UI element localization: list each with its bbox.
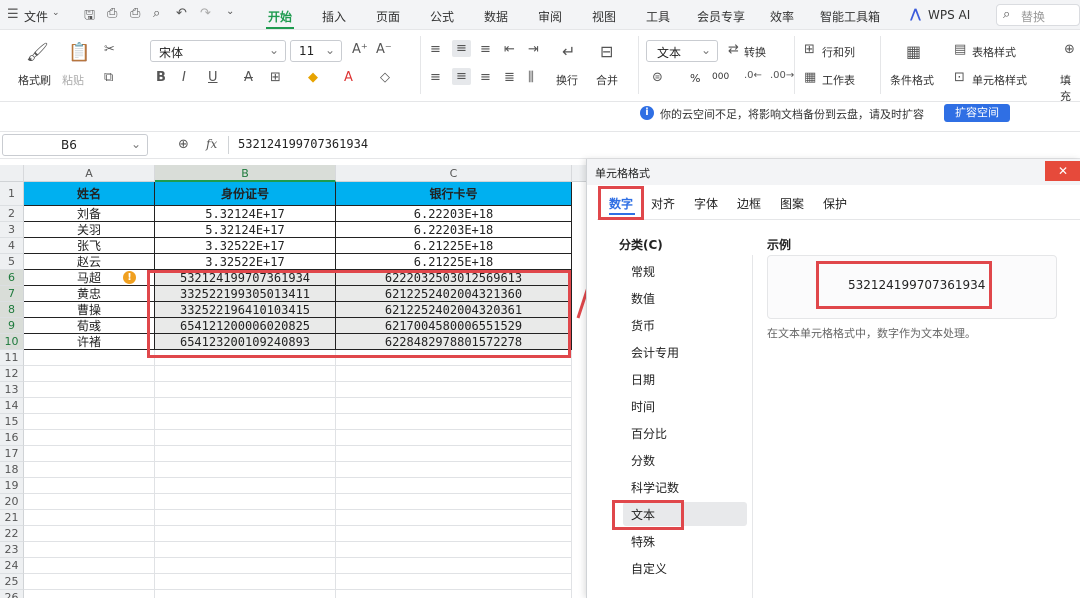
category-item[interactable]: 时间 [631, 398, 655, 415]
category-label: 分类(C) [619, 238, 663, 252]
category-item[interactable]: 会计专用 [631, 344, 679, 361]
tab-pattern[interactable]: 图案 [780, 195, 804, 212]
dialog-titlebar: 单元格格式 ✕ [587, 159, 1080, 185]
category-item[interactable]: 日期 [631, 371, 655, 388]
dialog-title: 单元格格式 [595, 167, 650, 180]
category-item[interactable]: 分数 [631, 452, 655, 469]
format-cells-dialog: 单元格格式 ✕ 数字 对齐 字体 边框 图案 保护 分类(C) 常规 数值 货币 会计… [586, 159, 1080, 598]
sample-label: 示例 [767, 238, 792, 252]
category-item[interactable]: 百分比 [631, 425, 667, 442]
close-icon[interactable]: ✕ [1045, 161, 1080, 181]
tab-protection[interactable]: 保护 [823, 195, 847, 212]
highlight-box-number-tab [598, 186, 644, 220]
tab-alignment[interactable]: 对齐 [651, 195, 675, 212]
tab-font[interactable]: 字体 [694, 195, 718, 212]
highlight-box-text-category [612, 500, 684, 530]
format-description: 在文本单元格格式中，数字作为文本处理。 [767, 327, 976, 340]
category-item[interactable]: 科学记数 [631, 479, 679, 496]
highlight-box-sample [816, 261, 992, 309]
category-item[interactable]: 特殊 [631, 533, 655, 550]
category-item[interactable]: 货币 [631, 317, 655, 334]
divider [597, 219, 1080, 220]
category-item[interactable]: 常规 [631, 263, 655, 280]
category-item[interactable]: 数值 [631, 290, 655, 307]
tab-border[interactable]: 边框 [737, 195, 761, 212]
category-item[interactable]: 自定义 [631, 560, 667, 577]
